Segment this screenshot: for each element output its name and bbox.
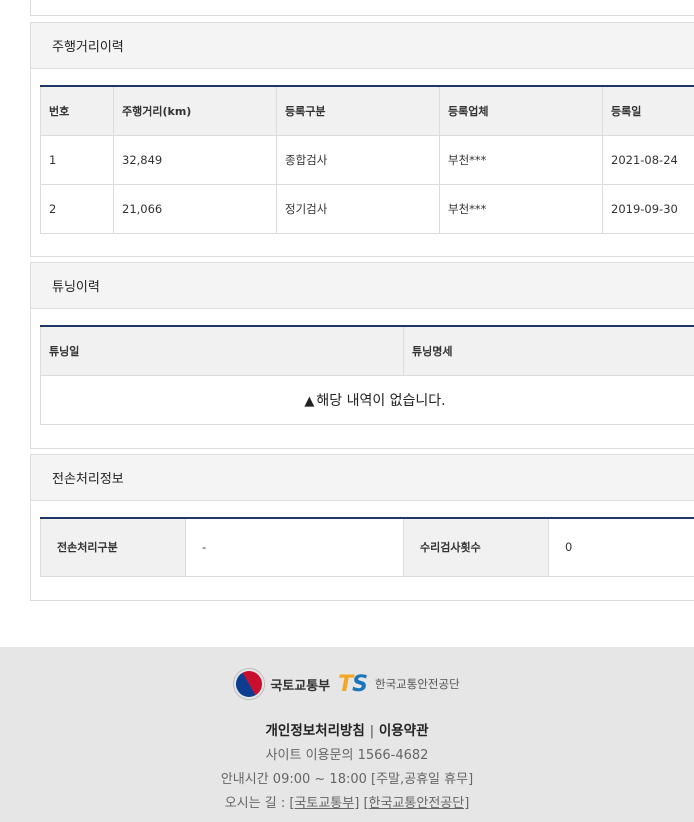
- tuning-history-panel: 튜닝이력 튜닝일 튜닝명세 ▲ 해당 내역이 없습니다.: [30, 262, 694, 449]
- link-separator: |: [369, 723, 375, 739]
- empty-text: 해당 내역이 없습니다.: [316, 392, 446, 409]
- col-registration-type: 등록구분: [276, 85, 440, 136]
- mileage-table: 번호 주행거리(km) 등록구분 등록업체 등록일 1 32,849 종합검사 …: [40, 85, 694, 234]
- directions-ministry-link[interactable]: [국토교통부]: [289, 796, 359, 811]
- repair-count-value: 0: [548, 517, 694, 577]
- footer-hours: 안내시간 09:00 ~ 18:00 [주말,공휴일 휴무]: [220, 772, 474, 787]
- previous-panel-bottom: [30, 0, 694, 16]
- ministry-logo[interactable]: 국토교통부: [270, 675, 330, 694]
- cell-mileage: 32,849: [113, 134, 277, 185]
- panel-title: 주행거리이력: [31, 23, 694, 69]
- total-loss-type-value: -: [185, 517, 404, 577]
- cell-registration-type: 정기검사: [276, 183, 440, 234]
- total-loss-panel: 전손처리정보 전손처리구분 - 수리검사횟수 0: [30, 454, 694, 601]
- ts-logo-s: S: [352, 671, 368, 697]
- ts-logo-t: T: [338, 671, 353, 697]
- cell-registrar: 부천***: [439, 134, 603, 185]
- panel-title: 전손처리정보: [31, 455, 694, 501]
- total-loss-table: 전손처리구분 - 수리검사횟수 0: [40, 517, 694, 577]
- col-registrar: 등록업체: [439, 85, 603, 136]
- warning-icon: ▲: [304, 393, 315, 409]
- col-registration-date: 등록일: [602, 85, 694, 136]
- footer-inquiry: 사이트 이용문의 1566-4682: [265, 748, 429, 763]
- taegeuk-emblem-icon: [228, 663, 270, 705]
- terms-link[interactable]: 이용약관: [379, 723, 429, 739]
- table-row: 2 21,066 정기검사 부천*** 2019-09-30: [40, 183, 694, 234]
- total-loss-type-label: 전손처리구분: [40, 517, 186, 577]
- directions-label: 오시는 길 :: [224, 796, 286, 811]
- mileage-history-panel: 주행거리이력 번호 주행거리(km) 등록구분 등록업체 등록일 1 32,84…: [30, 22, 694, 257]
- cell-registration-date: 2019-09-30: [602, 183, 694, 234]
- col-tuning-detail: 튜닝명세: [403, 325, 694, 376]
- agency-logo[interactable]: 한국교통안전공단: [375, 676, 460, 692]
- privacy-policy-link[interactable]: 개인정보처리방침: [265, 723, 364, 739]
- tuning-table: 튜닝일 튜닝명세 ▲ 해당 내역이 없습니다.: [40, 325, 694, 425]
- cell-number: 2: [40, 183, 114, 234]
- panel-title: 튜닝이력: [31, 263, 694, 309]
- col-tuning-date: 튜닝일: [40, 325, 404, 376]
- footer-logos: 국토교통부 TS 한국교통안전공단: [0, 663, 694, 705]
- cell-number: 1: [40, 134, 114, 185]
- directions-agency-link[interactable]: [한국교통안전공단]: [363, 796, 469, 811]
- footer-policy-links: 개인정보처리방침 | 이용약관: [0, 719, 694, 739]
- table-row: ▲ 해당 내역이 없습니다.: [40, 374, 694, 425]
- repair-count-label: 수리검사횟수: [403, 517, 549, 577]
- table-row: 1 32,849 종합검사 부천*** 2021-08-24: [40, 134, 694, 185]
- footer-directions: 오시는 길 : [국토교통부] [한국교통안전공단]: [0, 792, 694, 811]
- table-row: 전손처리구분 - 수리검사횟수 0: [40, 517, 694, 577]
- empty-message: ▲ 해당 내역이 없습니다.: [40, 374, 694, 425]
- ts-logo-icon[interactable]: TS: [338, 671, 368, 697]
- col-mileage: 주행거리(km): [113, 85, 277, 136]
- site-footer: 국토교통부 TS 한국교통안전공단 개인정보처리방침 | 이용약관 사이트 이용…: [0, 647, 694, 822]
- col-number: 번호: [40, 85, 114, 136]
- cell-registration-type: 종합검사: [276, 134, 440, 185]
- cell-registrar: 부천***: [439, 183, 603, 234]
- cell-registration-date: 2021-08-24: [602, 134, 694, 185]
- cell-mileage: 21,066: [113, 183, 277, 234]
